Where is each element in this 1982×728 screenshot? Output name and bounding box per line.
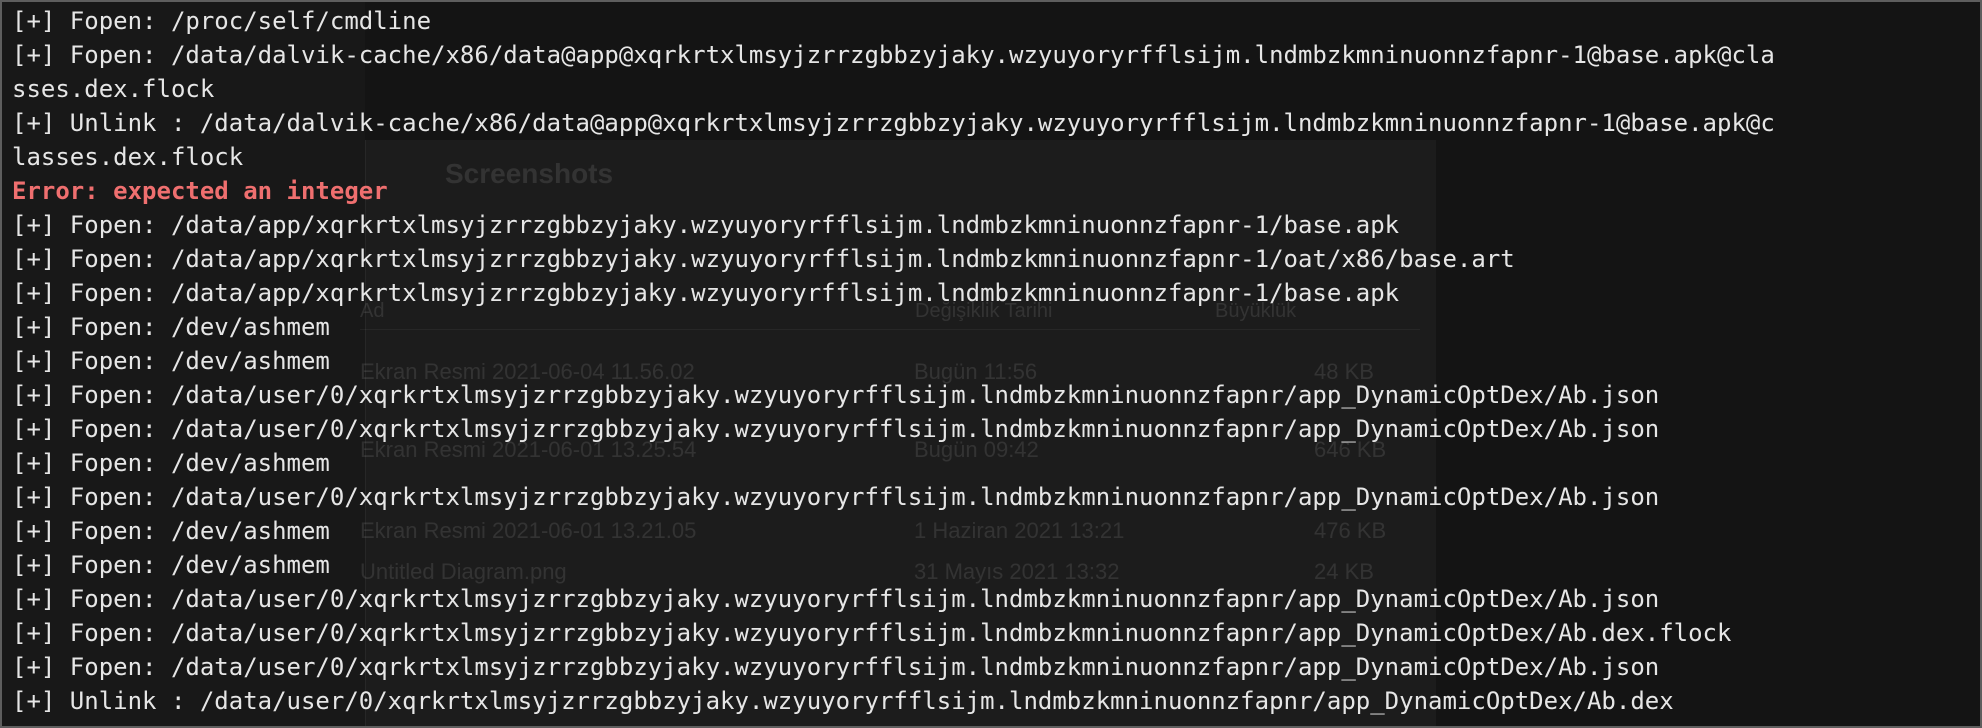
terminal-line: [+] Fopen: /data/user/0/xqrkrtxlmsyjzrrz… <box>12 381 1660 409</box>
terminal-line: [+] Fopen: /data/app/xqrkrtxlmsyjzrrzgbb… <box>12 245 1515 273</box>
terminal-line: [+] Fopen: /data/app/xqrkrtxlmsyjzrrzgbb… <box>12 211 1400 239</box>
terminal-window[interactable]: Screenshots Ad Değişiklik Tarihi Büyüklü… <box>0 0 1982 728</box>
terminal-line: [+] Fopen: /data/user/0/xqrkrtxlmsyjzrrz… <box>12 415 1660 443</box>
terminal-line: [+] Fopen: /data/app/xqrkrtxlmsyjzrrzgbb… <box>12 279 1400 307</box>
terminal-line: sses.dex.flock <box>12 75 215 103</box>
terminal-line: [+] Fopen: /data/dalvik-cache/x86/data@a… <box>12 41 1775 69</box>
terminal-line: [+] Fopen: /data/user/0/xqrkrtxlmsyjzrrz… <box>12 619 1732 647</box>
terminal-line: [+] Fopen: /data/user/0/xqrkrtxlmsyjzrrz… <box>12 653 1660 681</box>
terminal-line: lasses.dex.flock <box>12 143 244 171</box>
terminal-line: [+] Fopen: /dev/ashmem <box>12 551 330 579</box>
terminal-line: [+] Fopen: /dev/ashmem <box>12 517 330 545</box>
terminal-line: [+] Unlink : /data/dalvik-cache/x86/data… <box>12 109 1775 137</box>
terminal-output[interactable]: [+] Fopen: /proc/self/cmdline [+] Fopen: … <box>12 4 1974 718</box>
terminal-line: [+] Unlink : /data/user/0/xqrkrtxlmsyjzr… <box>12 687 1674 715</box>
terminal-line: [+] Fopen: /proc/self/cmdline <box>12 7 432 35</box>
terminal-line: [+] Fopen: /dev/ashmem <box>12 347 330 375</box>
terminal-line: [+] Fopen: /data/user/0/xqrkrtxlmsyjzrrz… <box>12 483 1660 511</box>
error-message-line: Error: expected an integer <box>12 177 388 205</box>
terminal-line: [+] Fopen: /dev/ashmem <box>12 313 330 341</box>
terminal-line: [+] Fopen: /data/user/0/xqrkrtxlmsyjzrrz… <box>12 585 1660 613</box>
terminal-line: [+] Fopen: /dev/ashmem <box>12 449 330 477</box>
